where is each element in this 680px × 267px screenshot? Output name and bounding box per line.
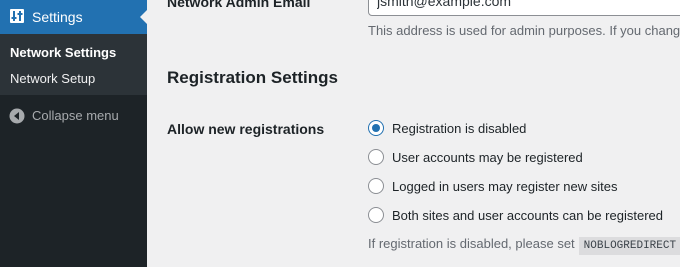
menu-item-label: Settings <box>32 9 83 25</box>
settings-icon <box>9 8 25 24</box>
admin-email-label: Network Admin Email <box>167 0 311 10</box>
allow-registrations-label: Allow new registrations <box>167 121 325 137</box>
submenu-item-network-settings[interactable]: Network Settings <box>10 45 116 60</box>
registration-note: If registration is disabled, please set N… <box>368 236 680 255</box>
collapse-menu-label: Collapse menu <box>32 108 119 123</box>
noblogredirect-code: NOBLOGREDIRECT <box>578 237 680 255</box>
admin-email-description: This address is used for admin purposes.… <box>368 23 680 38</box>
radio-label: Both sites and user accounts can be regi… <box>392 207 663 223</box>
registration-note-text: If registration is disabled, please set <box>368 236 575 251</box>
radio-button[interactable] <box>368 120 384 136</box>
submenu-item-network-setup[interactable]: Network Setup <box>10 71 95 86</box>
menu-item-settings[interactable]: Settings <box>0 0 147 34</box>
section-title-registration: Registration Settings <box>167 68 338 87</box>
radio-label: Registration is disabled <box>392 120 527 136</box>
radio-option-user[interactable]: User accounts may be registered <box>368 149 583 165</box>
collapse-arrow-icon <box>9 108 25 124</box>
radio-option-blog[interactable]: Logged in users may register new sites <box>368 178 617 194</box>
main-content: Network Admin Email This address is used… <box>147 0 680 267</box>
admin-email-input[interactable] <box>368 0 680 16</box>
collapse-menu-button[interactable]: Collapse menu <box>0 104 147 128</box>
radio-option-all[interactable]: Both sites and user accounts can be regi… <box>368 207 663 223</box>
radio-option-disabled[interactable]: Registration is disabled <box>368 120 526 136</box>
settings-submenu: Network Settings Network Setup <box>0 34 147 95</box>
radio-button[interactable] <box>368 207 384 223</box>
radio-button[interactable] <box>368 178 384 194</box>
radio-label: Logged in users may register new sites <box>392 178 618 194</box>
current-menu-arrow <box>140 10 147 24</box>
radio-button[interactable] <box>368 149 384 165</box>
radio-label: User accounts may be registered <box>392 149 583 165</box>
admin-sidebar: Settings Network Settings Network Setup … <box>0 0 147 267</box>
